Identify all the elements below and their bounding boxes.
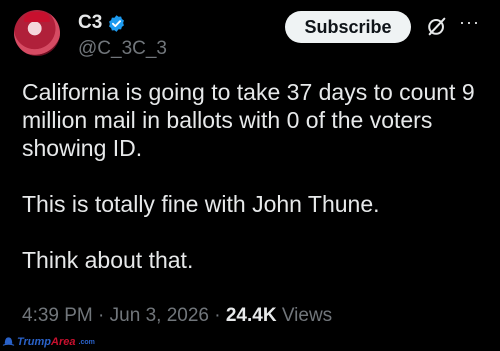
post-paragraph: Think about that. <box>22 247 194 273</box>
watermark-part1: Trump <box>17 336 52 348</box>
meta-separator: · <box>214 305 221 326</box>
watermark-text: TrumpArea <box>17 336 76 348</box>
hat-icon <box>2 337 15 346</box>
views-label: Views <box>281 305 333 326</box>
author-handle[interactable]: @C_3C_3 <box>78 38 167 60</box>
post-paragraph: California is going to take 37 days to c… <box>22 79 475 161</box>
post-text: California is going to take 37 days to c… <box>22 78 492 274</box>
post-date[interactable]: Jun 3, 2026 <box>110 305 209 326</box>
verified-badge-icon <box>109 14 125 32</box>
post-meta: 4:39 PM · Jun 3, 2026 · 24.4K Views <box>22 305 332 327</box>
post-paragraph: This is totally fine with John Thune. <box>22 191 380 217</box>
meta-separator: · <box>98 305 105 326</box>
views-count: 24.4K <box>225 305 277 326</box>
post-time[interactable]: 4:39 PM <box>22 305 93 326</box>
watermark-tld: .com <box>78 338 95 346</box>
subscribe-button[interactable]: Subscribe <box>285 11 411 43</box>
watermark-part2: Area <box>51 336 76 348</box>
site-watermark: TrumpArea .com <box>2 336 95 348</box>
more-options-icon[interactable]: ··· <box>459 12 480 33</box>
display-name[interactable]: C3 <box>78 12 102 34</box>
grok-icon[interactable] <box>426 15 448 37</box>
author-name-row: C3 <box>78 12 126 34</box>
avatar[interactable] <box>14 10 60 56</box>
